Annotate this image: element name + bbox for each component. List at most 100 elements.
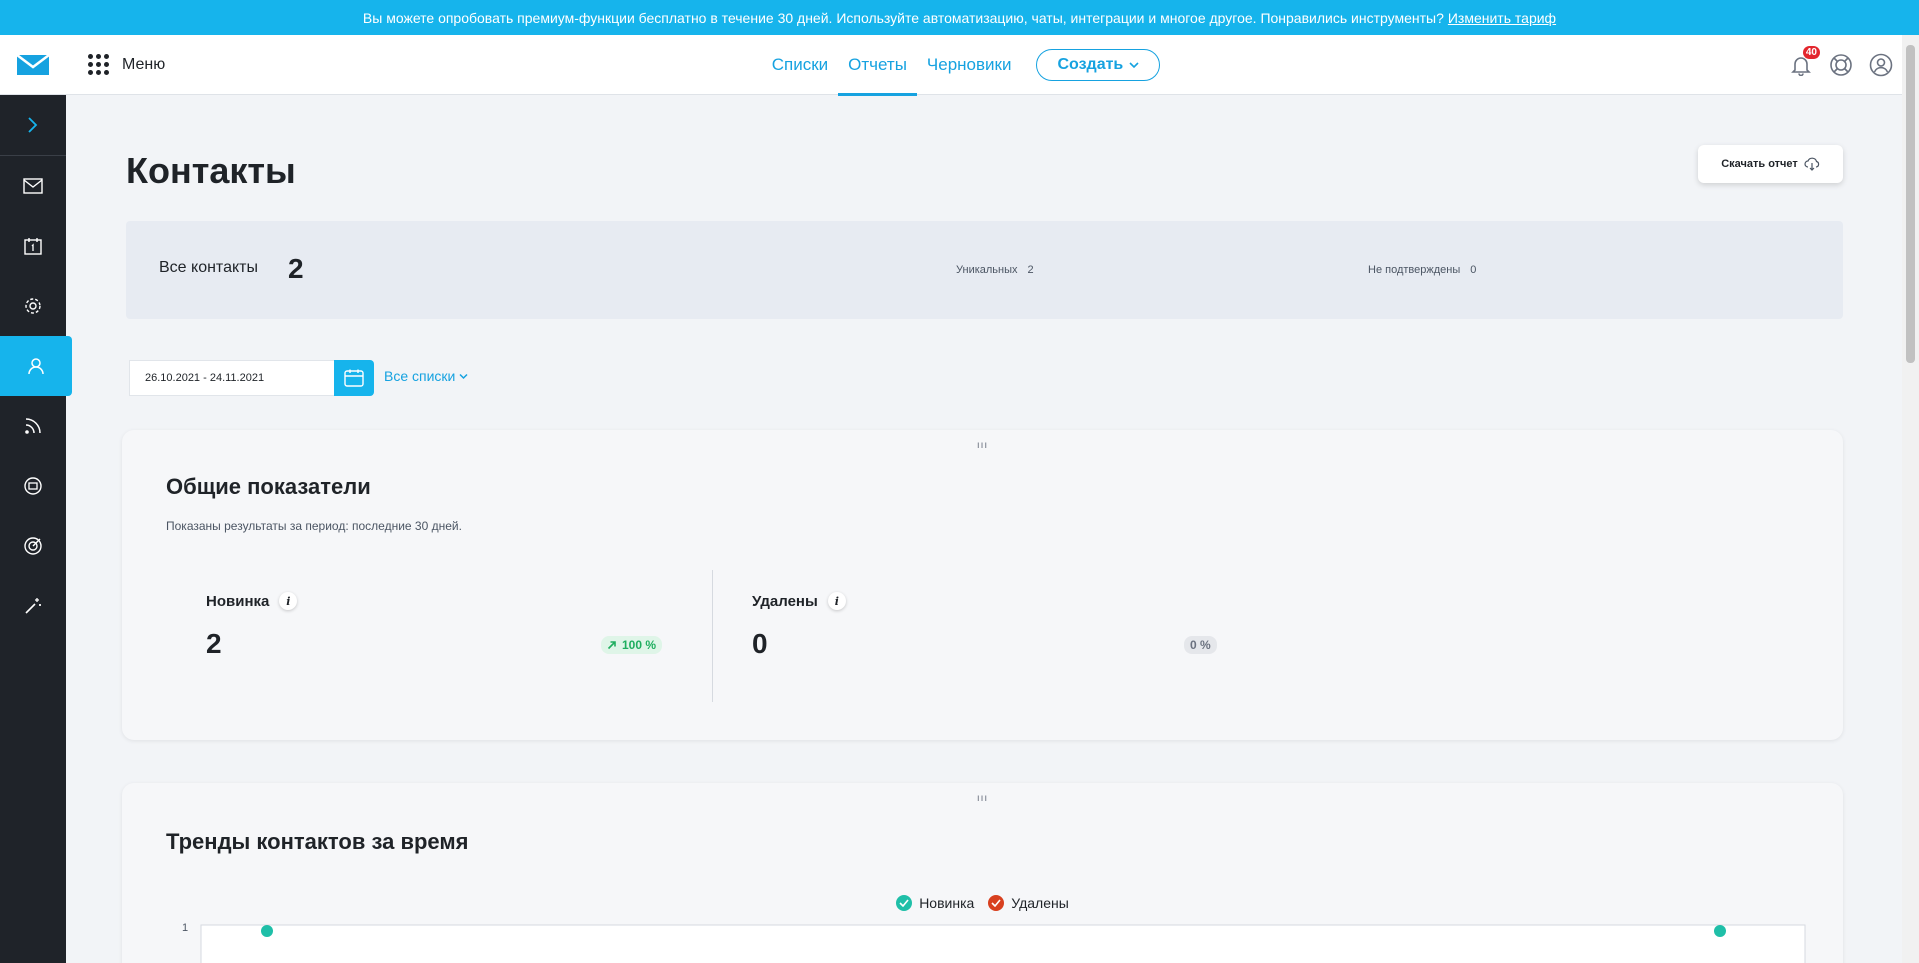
- lifebuoy-icon: [1830, 54, 1852, 76]
- sidebar-item-goals[interactable]: [0, 516, 66, 576]
- page-scrollbar[interactable]: [1902, 35, 1919, 963]
- metric-new: Новинка i 2 100 %: [206, 570, 676, 700]
- chevron-down-icon: [459, 373, 468, 379]
- sidebar-item-tools[interactable]: [0, 576, 66, 636]
- rss-icon: [25, 418, 41, 434]
- contacts-icon: [28, 358, 44, 375]
- metrics-divider: [712, 570, 713, 702]
- logo[interactable]: [0, 35, 66, 95]
- metric-removed-label-row: Удалены i: [752, 592, 846, 610]
- trends-chart: 1: [122, 919, 1843, 963]
- sidebar-item-email[interactable]: [0, 156, 66, 216]
- date-range-input[interactable]: 26.10.2021 - 24.11.2021: [129, 360, 339, 396]
- grid-icon: [88, 54, 110, 76]
- metric-removed-change-value: 0 %: [1190, 638, 1211, 652]
- metric-new-label: Новинка: [206, 592, 270, 610]
- tab-lists[interactable]: Списки: [762, 35, 838, 95]
- overview-title: Общие показатели: [166, 474, 371, 499]
- tab-reports[interactable]: Отчеты: [838, 35, 917, 96]
- mail-icon: [23, 178, 43, 194]
- overview-subtitle: Показаны результаты за период: последние…: [166, 519, 462, 533]
- metric-new-value: 2: [206, 628, 222, 659]
- metric-removed-label: Удалены: [752, 592, 818, 610]
- unique-label: Уникальных: [956, 264, 1018, 276]
- tab-drafts[interactable]: Черновики: [917, 35, 1022, 95]
- metric-removed-change: 0 %: [1184, 636, 1217, 654]
- top-navigation-bar: Меню Списки Отчеты Черновики Создать 40: [0, 35, 1902, 96]
- trends-card: ııı Тренды контактов за время Новинка Уд…: [122, 783, 1843, 963]
- sidebar-item-calendar[interactable]: [0, 216, 66, 276]
- unconfirmed-value: 0: [1470, 264, 1477, 276]
- metric-removed: Удалены i 0 0 %: [752, 570, 1222, 700]
- date-range-value: 26.10.2021 - 24.11.2021: [145, 372, 265, 384]
- main-content: Контакты Скачать отчет Все контакты 2 Ун…: [66, 95, 1902, 963]
- sidebar-item-automation[interactable]: [0, 276, 66, 336]
- sidebar-item-rss[interactable]: [0, 396, 66, 456]
- notifications-button[interactable]: 40: [1788, 46, 1820, 78]
- info-icon[interactable]: i: [279, 592, 298, 610]
- magic-wand-icon: [25, 598, 41, 614]
- calendar-icon: [344, 369, 364, 387]
- banner-text: Вы можете опробовать премиум-функции бес…: [362, 9, 1444, 26]
- drag-handle-icon[interactable]: ııı: [977, 793, 988, 804]
- sidebar-item-webinars[interactable]: [0, 456, 66, 516]
- sidebar-expand[interactable]: [0, 95, 66, 155]
- page-title: Контакты: [126, 150, 296, 191]
- menu-label: Меню: [122, 56, 166, 73]
- target-icon: [24, 537, 42, 555]
- overview-card: ııı Общие показатели Показаны результаты…: [122, 430, 1843, 740]
- info-icon[interactable]: i: [827, 592, 846, 610]
- trial-banner: Вы можете опробовать премиум-функции бес…: [0, 0, 1919, 35]
- chart-legend: Новинка Удалены: [122, 895, 1843, 911]
- main-menu-button[interactable]: Меню: [88, 35, 165, 95]
- scrollbar-thumb[interactable]: [1906, 45, 1915, 363]
- calendar-icon: [24, 238, 42, 255]
- legend-item-new[interactable]: Новинка: [896, 895, 974, 911]
- chevron-right-icon: [28, 117, 38, 133]
- chevron-down-icon: [1129, 62, 1139, 69]
- user-circle-icon: [1869, 53, 1893, 77]
- unconfirmed-label: Не подтверждены: [1368, 264, 1461, 276]
- y-tick-top: 1: [182, 922, 188, 934]
- sidebar-item-contacts[interactable]: [0, 336, 72, 396]
- download-label: Скачать отчет: [1721, 158, 1798, 170]
- lists-dropdown-label: Все списки: [384, 368, 456, 384]
- envelope-logo-icon: [16, 54, 50, 75]
- drag-handle-icon[interactable]: ııı: [977, 440, 988, 451]
- data-point-new[interactable]: [1714, 925, 1726, 937]
- contacts-summary: Все контакты 2 Уникальных 2 Не подтвержд…: [126, 221, 1843, 319]
- profile-button[interactable]: [1868, 52, 1894, 78]
- metric-removed-value: 0: [752, 628, 768, 659]
- metric-new-label-row: Новинка i: [206, 592, 298, 610]
- cloud-download-icon: [1804, 157, 1819, 171]
- data-point-new[interactable]: [261, 925, 273, 937]
- legend-label-removed: Удалены: [1011, 895, 1069, 911]
- check-icon: [896, 895, 913, 911]
- all-contacts-value: 2: [288, 253, 304, 284]
- notifications-badge: 40: [1802, 46, 1820, 59]
- unique-value: 2: [1027, 264, 1034, 276]
- check-icon: [988, 895, 1005, 911]
- unconfirmed-contacts: Не подтверждены 0: [1368, 264, 1476, 276]
- all-contacts-label: Все контакты: [159, 259, 258, 276]
- download-report-button[interactable]: Скачать отчет: [1698, 145, 1843, 183]
- date-picker-button[interactable]: [334, 360, 374, 396]
- sidebar: [0, 95, 72, 963]
- create-button[interactable]: Создать: [1036, 49, 1161, 81]
- lists-dropdown[interactable]: Все списки: [384, 368, 468, 384]
- trends-title: Тренды контактов за время: [166, 829, 469, 854]
- help-button[interactable]: [1828, 52, 1854, 78]
- legend-label-new: Новинка: [919, 895, 975, 911]
- create-label: Создать: [1057, 56, 1124, 73]
- webinar-icon: [24, 477, 42, 495]
- change-plan-link[interactable]: Изменить тариф: [1448, 10, 1556, 26]
- legend-item-removed[interactable]: Удалены: [988, 895, 1069, 911]
- unique-contacts: Уникальных 2: [956, 264, 1034, 276]
- metric-new-change-value: 100 %: [622, 638, 657, 652]
- trends-chart-svg: 1: [182, 922, 1806, 963]
- main-nav: Списки Отчеты Черновики Создать: [0, 35, 1902, 96]
- metric-new-change: 100 %: [601, 636, 663, 654]
- header-actions: 40: [1788, 35, 1894, 95]
- settings-icon: [25, 298, 41, 314]
- arrow-up-right-icon: [607, 641, 616, 650]
